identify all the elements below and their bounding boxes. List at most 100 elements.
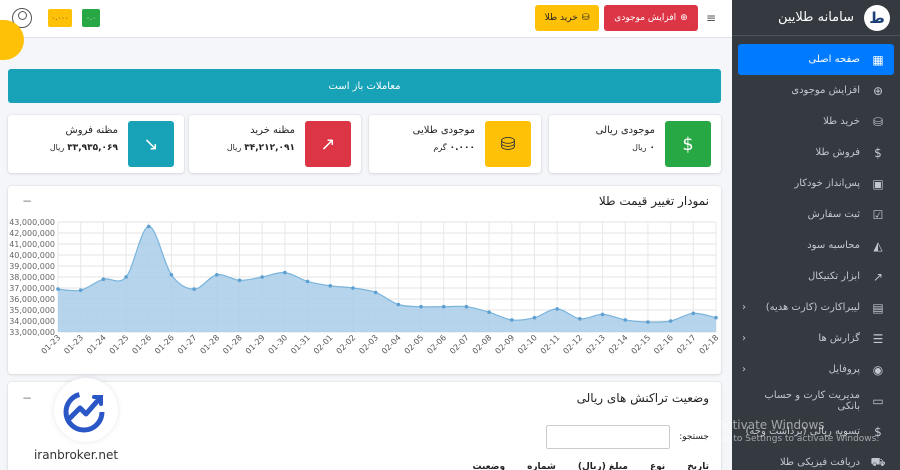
area-chart-icon: ◭ [873, 238, 883, 253]
column-header[interactable]: مبلغ (ریال) [578, 462, 628, 470]
data-point [487, 310, 491, 314]
x-tick-label: 01-30 [267, 333, 290, 356]
sidebar: ط سامانه طلایین ▦ صفحه اصلی ⊕ افزایش موجودی… [732, 0, 900, 470]
data-point [691, 311, 696, 316]
data-point [441, 304, 446, 309]
data-point [714, 315, 718, 320]
sidebar-item-label: ابزار تکنیکال [807, 271, 860, 282]
data-point [578, 317, 582, 321]
x-tick-label: 02-13 [584, 333, 607, 356]
money-bag-icon: $ [874, 145, 882, 160]
y-tick-label: 38,000,000 [9, 273, 55, 282]
x-tick-label: 02-04 [380, 333, 403, 356]
sidebar-item-9[interactable]: ☰ گزارش ها ‹ [732, 323, 900, 354]
sidebar-item-13[interactable]: ⛟ دریافت فیزیکی طلا [732, 447, 900, 470]
x-tick-label: 02-10 [516, 333, 539, 356]
info-title: مظنه خرید [250, 125, 295, 136]
data-point [555, 307, 559, 311]
column-header[interactable]: وضعیت [472, 462, 505, 470]
sidebar-item-0[interactable]: ▦ صفحه اصلی [738, 44, 894, 75]
y-tick-label: 42,000,000 [9, 229, 55, 238]
info-title: موجودی طلایی [412, 125, 475, 136]
add-balance-button[interactable]: ⊕ افزایش موجودی [604, 5, 698, 31]
x-tick-label: 02-07 [448, 333, 471, 356]
x-tick-label: 02-11 [539, 333, 562, 356]
column-header[interactable]: شماره [527, 462, 556, 470]
x-tick-label: 02-09 [493, 333, 516, 356]
x-tick-label: 02-03 [357, 333, 380, 356]
hamburger-menu-icon[interactable]: ≡ [706, 11, 716, 25]
sidebar-item-5[interactable]: ☑ ثبت سفارش [732, 199, 900, 230]
x-tick-label: 01-26 [130, 333, 153, 356]
gold-price-chart: 33,000,000 34,000,000 35,000,000 36,000,000… [9, 218, 721, 356]
x-tick-label: 02-12 [561, 333, 584, 356]
info-box-sell-price: ↘ مظنه فروش ۳۳,۹۳۵,۰۶۹ریال [8, 115, 184, 173]
sidebar-item-label: گزارش ها [818, 333, 860, 344]
info-title: مظنه فروش [65, 125, 118, 136]
x-tick-label: 01-27 [176, 333, 199, 356]
sidebar-item-7[interactable]: ↗ ابزار تکنیکال [732, 261, 900, 292]
x-tick-label: 02-18 [698, 333, 721, 356]
line-chart-icon: ↗ [872, 269, 884, 284]
plus-circle-icon: ⊕ [680, 13, 688, 23]
data-point [124, 275, 128, 279]
gold-price-chart-card: نمودار تغییر قیمت طلا − 33,000,000 34,000… [8, 186, 721, 374]
chevron-left-icon: ‹ [742, 302, 746, 313]
x-tick-label: 01-26 [153, 333, 176, 356]
brand-logo-icon: ط [864, 4, 890, 31]
transactions-title: وضعیت تراکنش های ریالی [576, 391, 709, 405]
data-point [146, 224, 151, 229]
sidebar-item-3[interactable]: $ فروش طلا [732, 137, 900, 168]
sidebar-item-label: خرید طلا [823, 116, 860, 127]
x-tick-label: 01-25 [108, 333, 131, 356]
sidebar-item-label: لیبراکارت (کارت هدیه) [765, 302, 860, 313]
x-tick-label: 02-16 [652, 333, 675, 356]
data-point [283, 270, 287, 275]
data-point [101, 277, 106, 281]
x-tick-label: 02-17 [675, 333, 698, 356]
y-tick-label: 40,000,000 [9, 251, 55, 260]
trend-up-icon: ↗ [305, 121, 351, 167]
y-tick-label: 39,000,000 [9, 262, 55, 271]
sidebar-item-11[interactable]: ▭ مدیریت کارت و حساب بانکی [732, 385, 900, 416]
piggy-bank-icon: ▣ [872, 176, 884, 191]
data-point [373, 290, 378, 295]
data-point [396, 302, 401, 307]
x-tick-label: 01-29 [244, 333, 267, 356]
collapse-icon[interactable]: − [22, 194, 32, 208]
x-tick-label: 02-06 [425, 333, 448, 356]
sidebar-item-8[interactable]: ▤ لیبراکارت (کارت هدیه) ‹ [732, 292, 900, 323]
data-point [419, 304, 423, 309]
sidebar-item-label: محاسبه سود [807, 240, 860, 251]
sidebar-item-label: مدیریت کارت و حساب بانکی [764, 389, 861, 412]
sidebar-item-10[interactable]: ◉ پروفایل ‹ [732, 354, 900, 385]
coins-icon: ⛁ [872, 114, 884, 129]
brand-name: سامانه طلایین [777, 10, 854, 25]
sidebar-item-label: افزایش موجودی [791, 85, 860, 96]
data-point [600, 312, 605, 317]
market-status-banner: معاملات باز است [8, 69, 721, 103]
search-input[interactable] [546, 425, 670, 449]
sidebar-item-2[interactable]: ⛁ خرید طلا [732, 106, 900, 137]
buy-gold-label: خرید طلا [544, 13, 578, 23]
x-tick-label: 02-08 [471, 333, 494, 356]
data-point [328, 284, 333, 288]
clipboard-check-icon: ☑ [872, 207, 884, 222]
add-balance-label: افزایش موجودی [614, 13, 677, 23]
sidebar-item-1[interactable]: ⊕ افزایش موجودی [732, 75, 900, 106]
sidebar-item-6[interactable]: ◭ محاسبه سود [732, 230, 900, 261]
x-tick-label: 01-31 [289, 333, 312, 356]
brand[interactable]: ط سامانه طلایین [732, 0, 900, 36]
data-point [509, 318, 514, 322]
sidebar-item-label: پروفایل [828, 364, 860, 375]
data-point [237, 278, 242, 283]
gold-balance-badge: ۰.۰۰۰ [48, 9, 72, 27]
column-header[interactable]: نوع [650, 462, 665, 470]
data-point [169, 273, 174, 277]
x-tick-label: 01-28 [221, 333, 244, 356]
buy-gold-button[interactable]: ⛁ خرید طلا [535, 5, 599, 31]
column-header[interactable]: تاریخ [687, 462, 709, 470]
data-point [646, 320, 650, 324]
sidebar-nav: ▦ صفحه اصلی ⊕ افزایش موجودی ⛁ خرید طلا $ فروش ط… [732, 36, 900, 470]
sidebar-item-4[interactable]: ▣ پس‌انداز خودکار [732, 168, 900, 199]
